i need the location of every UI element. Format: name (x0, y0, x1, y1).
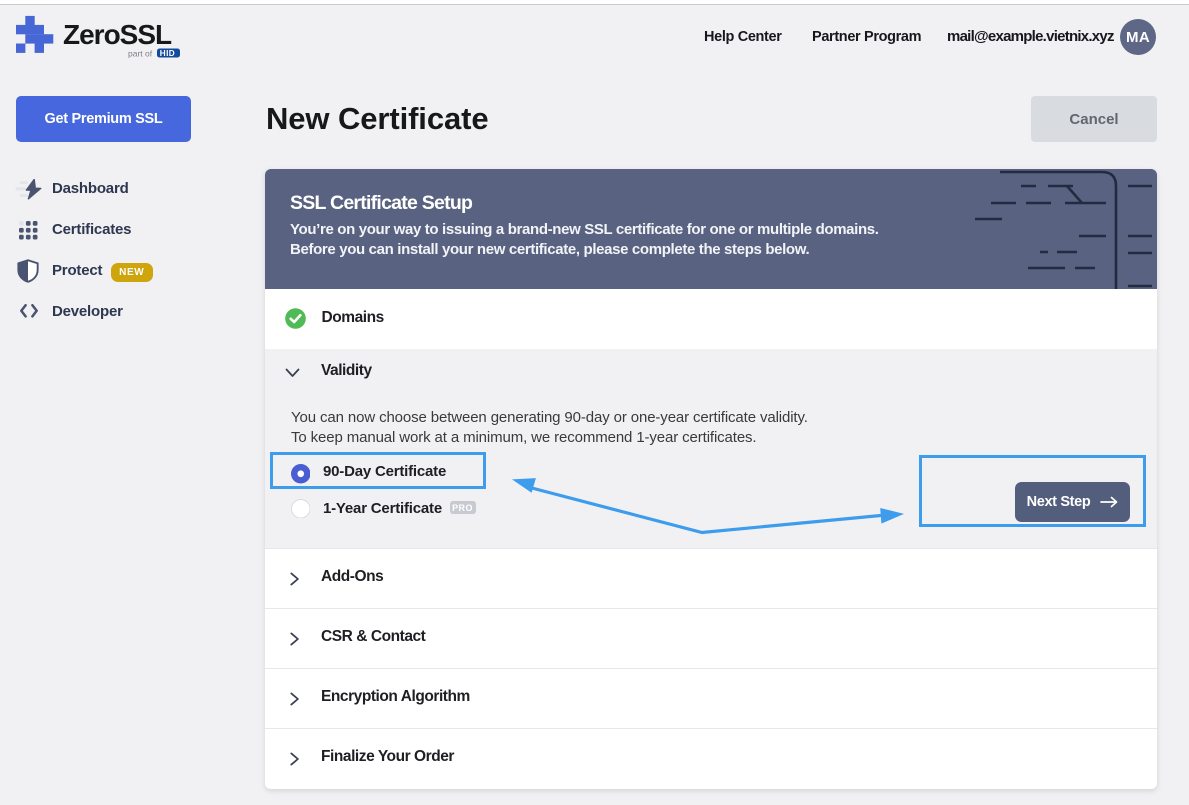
svg-text:part of: part of (128, 49, 153, 59)
svg-text:HID: HID (160, 49, 175, 58)
svg-text:ZeroSSL: ZeroSSL (63, 19, 172, 50)
